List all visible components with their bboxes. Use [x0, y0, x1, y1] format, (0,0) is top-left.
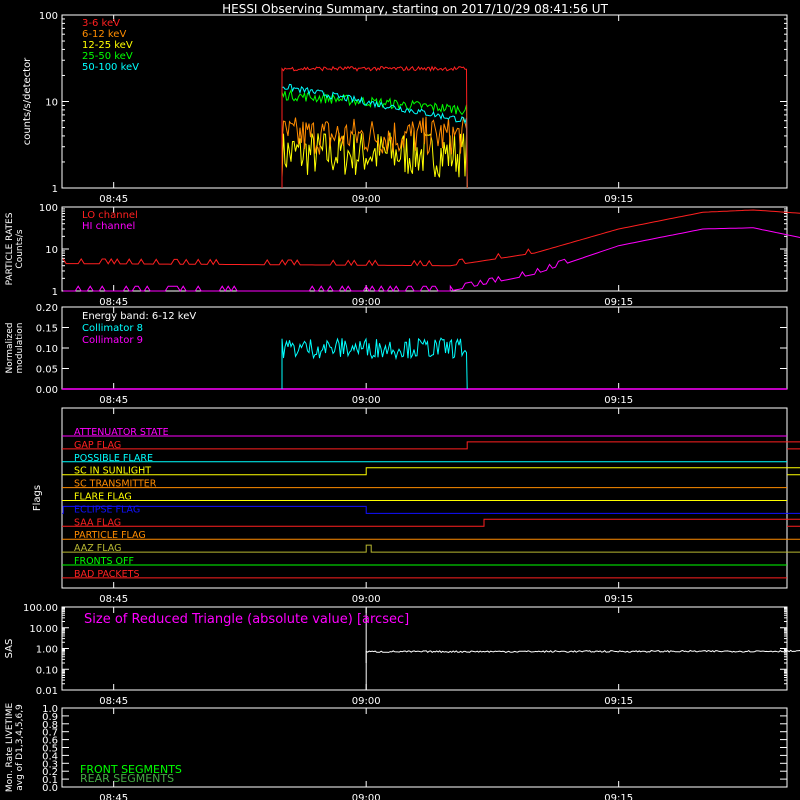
- y-tick-label: 10: [45, 98, 58, 109]
- flag-line: [62, 505, 800, 514]
- x-tick-label: 09:00: [352, 594, 381, 605]
- x-tick-label: 09:00: [352, 395, 381, 406]
- y-tick-label: 10: [45, 245, 58, 256]
- x-tick-label: 09:00: [352, 793, 381, 800]
- y-axis-label: Counts/s: [15, 229, 25, 268]
- panel-3: 08:4509:0009:1509:3009:4510:0010:150.000…: [5, 303, 788, 406]
- x-tick-label: 09:15: [604, 696, 633, 707]
- y-tick-label: 0.20: [36, 303, 58, 314]
- x-tick-label: 08:45: [99, 395, 128, 406]
- panel-5: 08:4509:0009:1509:3009:4510:0010:150.010…: [4, 603, 800, 707]
- legend-entry: 25-50 keV: [82, 51, 133, 62]
- panel-frame: [61, 407, 788, 589]
- panel-1: 08:4509:0009:1509:3009:4510:0010:1511010…: [22, 11, 788, 205]
- legend-entry: HI channel: [82, 221, 135, 232]
- y-tick-label: 0.00: [36, 385, 58, 396]
- series-line: [62, 209, 800, 267]
- flag-line: [62, 544, 800, 553]
- y-tick-label: 0.10: [36, 344, 58, 355]
- panel-annotation: Size of Reduced Triangle (absolute value…: [84, 612, 409, 627]
- x-tick-label: 08:45: [99, 594, 128, 605]
- x-tick-label: 08:45: [99, 297, 128, 308]
- x-tick-label: 08:45: [99, 793, 128, 800]
- y-tick-label: 1.00: [36, 645, 58, 656]
- observing-summary-figure: HESSI Observing Summary, starting on 201…: [4, 2, 800, 800]
- x-tick-label: 09:15: [604, 395, 633, 406]
- y-axis-label: Mon. Rate LIVETIME: [5, 703, 15, 793]
- flag-line: [62, 467, 800, 476]
- x-tick-label: 08:45: [99, 696, 128, 707]
- x-tick-label: 09:15: [604, 594, 633, 605]
- y-tick-label: 100.00: [23, 603, 58, 614]
- legend-entry: Collimator 8: [82, 323, 143, 334]
- x-tick-label: 09:00: [352, 696, 381, 707]
- x-tick-label: 08:45: [99, 194, 128, 205]
- y-tick-label: 0.15: [36, 324, 58, 335]
- y-tick-label: 100: [39, 11, 58, 22]
- y-tick-label: 1: [52, 184, 58, 195]
- y-tick-label: 100: [39, 203, 58, 214]
- figure-title: HESSI Observing Summary, starting on 201…: [222, 2, 608, 16]
- y-tick-label: 0.05: [36, 365, 58, 376]
- y-axis-label: Normalized: [5, 322, 15, 373]
- y-axis-label: avg of D1,3,4,5,6,9: [15, 704, 25, 791]
- x-tick-label: 09:15: [604, 194, 633, 205]
- flag-line: [62, 538, 800, 540]
- panel-frame: [61, 206, 788, 292]
- legend-entry: 12-25 keV: [82, 40, 133, 51]
- x-tick-label: 09:15: [604, 297, 633, 308]
- y-axis-label: SAS: [4, 639, 15, 659]
- panel-6: 08:4509:0009:1509:3009:4510:0010:150.00.…: [5, 703, 788, 800]
- legend-entry: 50-100 keV: [82, 62, 139, 73]
- flag-line: [62, 518, 800, 527]
- y-tick-label: 1.0: [42, 704, 58, 715]
- y-axis-label: modulation: [15, 323, 25, 374]
- y-tick-label: 10.00: [29, 624, 58, 635]
- x-tick-label: 09:15: [604, 793, 633, 800]
- panel-annotation: Energy band: 6-12 keV: [82, 311, 196, 322]
- y-tick-label: 0.10: [36, 665, 58, 676]
- panel-2: 08:4509:0009:1509:3009:4510:0010:1511010…: [5, 203, 800, 308]
- y-tick-label: 0.01: [36, 686, 58, 697]
- panel-4: 08:4509:0009:1509:3009:4510:0010:15Flags…: [32, 407, 800, 605]
- legend-entry: REAR SEGMENTS: [80, 772, 174, 785]
- panel-frame: [61, 14, 788, 189]
- flag-line: [62, 441, 800, 450]
- legend-entry: LO channel: [82, 210, 138, 221]
- series-line: [281, 337, 468, 390]
- x-tick-label: 09:00: [352, 297, 381, 308]
- y-axis-label: PARTICLE RATES: [5, 212, 15, 285]
- y-axis-label: counts/s/detector: [22, 57, 33, 145]
- legend-entry: Collimator 9: [82, 335, 143, 346]
- y-axis-label: Flags: [32, 485, 43, 511]
- x-tick-label: 09:00: [352, 194, 381, 205]
- y-tick-label: 1: [52, 287, 58, 298]
- legend-entry: 3-6 keV: [82, 18, 120, 29]
- legend-entry: 6-12 keV: [82, 29, 126, 40]
- series-line: [365, 649, 800, 690]
